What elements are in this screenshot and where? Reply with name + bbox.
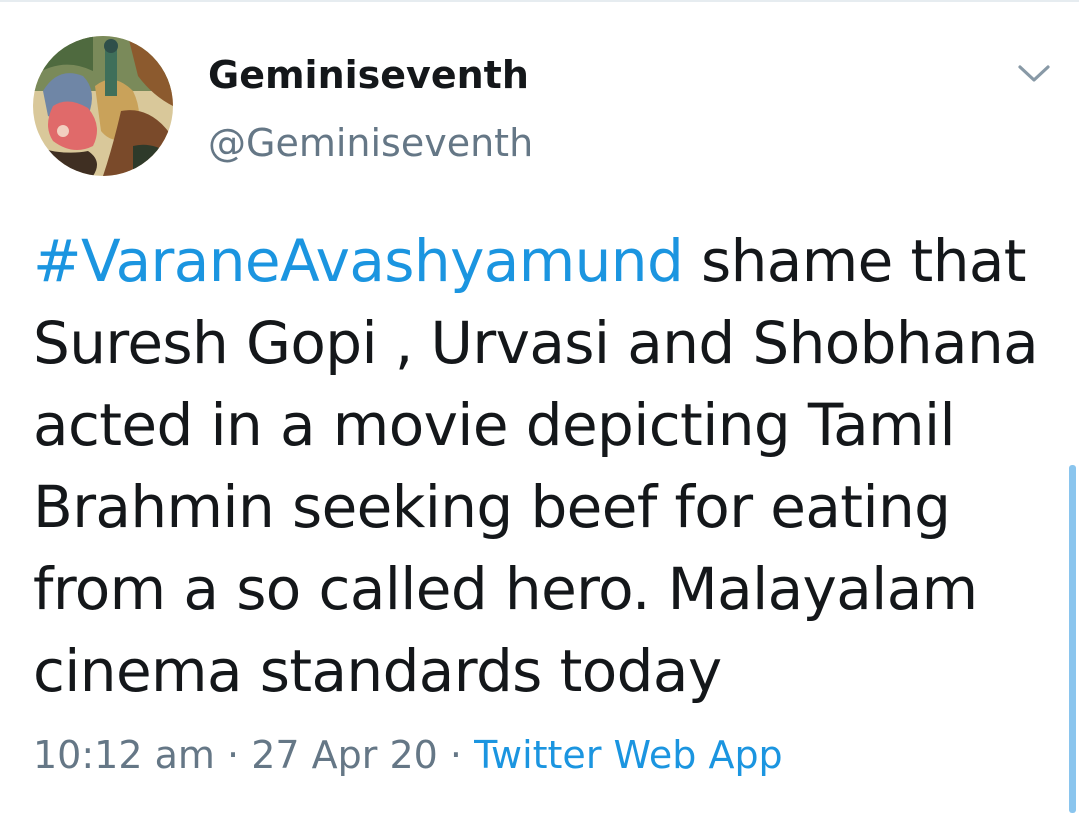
tweet-text: #VaraneAvashyamund shame that Suresh Gop… (33, 220, 1053, 712)
top-divider (0, 0, 1079, 2)
scrollbar[interactable] (1069, 465, 1076, 813)
tweet-meta: 10:12 am · 27 Apr 20 · Twitter Web App (33, 730, 783, 780)
chevron-down-icon[interactable] (1014, 58, 1054, 88)
tweet-body: shame that Suresh Gopi , Urvasi and Shob… (33, 227, 1039, 705)
avatar-image (33, 36, 173, 176)
hashtag-link[interactable]: #VaraneAvashyamund (33, 227, 684, 295)
user-handle[interactable]: @Geminiseventh (208, 120, 533, 166)
meta-separator: · (227, 733, 240, 777)
tweet-time[interactable]: 10:12 am (33, 733, 215, 777)
tweet-date[interactable]: 27 Apr 20 (251, 733, 438, 777)
tweet-source-link[interactable]: Twitter Web App (474, 733, 783, 777)
tweet-card: Geminiseventh @Geminiseventh #VaraneAvas… (0, 0, 1079, 813)
avatar[interactable] (33, 36, 173, 176)
display-name[interactable]: Geminiseventh (208, 52, 529, 98)
meta-separator: · (449, 733, 462, 777)
